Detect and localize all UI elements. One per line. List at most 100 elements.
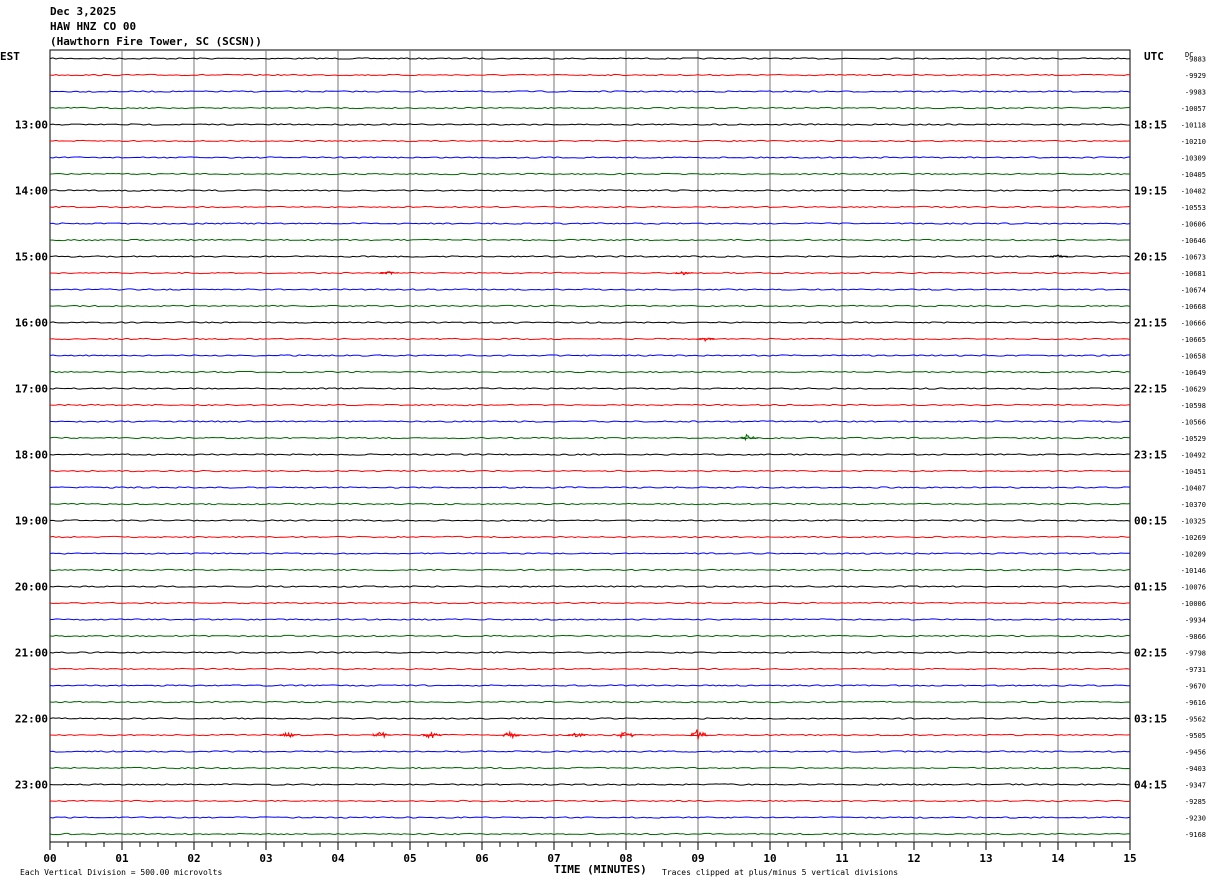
right-hour-label: 02:15 bbox=[1134, 647, 1167, 660]
dc-offset-label: -9798 bbox=[1185, 650, 1206, 658]
trace-line bbox=[49, 288, 1131, 291]
x-tick-label: 11 bbox=[835, 852, 849, 865]
right-hour-label: 21:15 bbox=[1134, 317, 1167, 330]
dc-offset-label: -10269 bbox=[1181, 534, 1206, 542]
left-hour-label: 15:00 bbox=[15, 251, 48, 264]
dc-offset-label: -10606 bbox=[1181, 221, 1206, 229]
trace-line bbox=[49, 370, 1131, 374]
dc-offset-label: -10309 bbox=[1181, 155, 1206, 163]
trace-line bbox=[49, 783, 1130, 786]
trace-line bbox=[49, 717, 1131, 720]
trace-line bbox=[49, 733, 1131, 737]
dc-offset-label: -9866 bbox=[1185, 633, 1206, 641]
plot-frame bbox=[49, 49, 1131, 843]
dc-offset-label: -10209 bbox=[1181, 551, 1206, 559]
dc-offset-label: -10006 bbox=[1181, 600, 1206, 608]
trace-line bbox=[49, 634, 1131, 638]
seismic-event bbox=[689, 729, 709, 740]
dc-offset-label: -10598 bbox=[1181, 402, 1206, 410]
trace-line bbox=[49, 321, 1131, 324]
dc-offset-label: -10649 bbox=[1181, 369, 1206, 377]
trace-line bbox=[49, 106, 1131, 110]
dc-offset-label: -9456 bbox=[1185, 749, 1206, 757]
right-hour-label: 20:15 bbox=[1134, 251, 1167, 264]
dc-offset-label: -10529 bbox=[1181, 435, 1206, 443]
dc-offset-label: -10370 bbox=[1181, 501, 1206, 509]
dc-offset-label: -9347 bbox=[1185, 782, 1206, 790]
dc-offset-label: -10451 bbox=[1181, 468, 1206, 476]
trace-line bbox=[49, 90, 1131, 93]
right-hour-label: 01:15 bbox=[1134, 581, 1167, 594]
dc-offset-label: -10210 bbox=[1181, 138, 1206, 146]
trace-line bbox=[49, 552, 1131, 555]
trace-line bbox=[49, 585, 1131, 588]
trace-line bbox=[49, 750, 1131, 753]
footer-clip: Traces clipped at plus/minus 5 vertical … bbox=[662, 868, 898, 877]
left-hour-label: 22:00 bbox=[15, 713, 48, 726]
dc-offset-label: -10665 bbox=[1181, 336, 1206, 344]
trace-line bbox=[49, 304, 1131, 308]
dc-offset-label: -9929 bbox=[1185, 72, 1206, 80]
left-hour-labels: 13:00 14:00 15:00 16:00 17:00 18:00 19:00 20:00… bbox=[15, 119, 48, 792]
left-timezone-label: EST bbox=[0, 50, 20, 63]
trace-line bbox=[49, 568, 1131, 572]
right-hour-label: 22:15 bbox=[1134, 383, 1167, 396]
trace-line bbox=[49, 667, 1131, 671]
dc-offset-label: -10492 bbox=[1181, 452, 1206, 460]
x-tick-label: 02 bbox=[187, 852, 200, 865]
trace-line bbox=[49, 238, 1130, 242]
trace-line bbox=[49, 766, 1131, 770]
left-hour-label: 17:00 bbox=[15, 383, 48, 396]
dc-offset-labels: -9883 -9929 -9983 -10057 -10118 -10210 -10309 -… bbox=[1181, 56, 1206, 840]
trace-line bbox=[49, 271, 1131, 275]
x-tick-label: 13 bbox=[979, 852, 992, 865]
dc-offset-label: -9983 bbox=[1185, 89, 1206, 97]
trace-line bbox=[49, 354, 1130, 357]
trace-line bbox=[50, 420, 1131, 423]
dc-offset-label: -9505 bbox=[1185, 732, 1206, 740]
dc-offset-label: -9285 bbox=[1185, 798, 1206, 806]
dc-offset-label: -10646 bbox=[1181, 237, 1206, 245]
right-timezone-label: UTC bbox=[1144, 50, 1164, 63]
trace-line bbox=[49, 832, 1131, 836]
dc-offset-label: -10482 bbox=[1181, 188, 1206, 196]
dc-offset-label: -10553 bbox=[1181, 204, 1206, 212]
x-tick-label: 03 bbox=[259, 852, 272, 865]
x-tick-label: 12 bbox=[907, 852, 920, 865]
dc-offset-label: -10668 bbox=[1181, 303, 1206, 311]
trace-line bbox=[49, 700, 1131, 704]
dc-offset-label: -9616 bbox=[1185, 699, 1206, 707]
trace-line bbox=[49, 156, 1131, 159]
dc-offset-label: -10681 bbox=[1181, 270, 1206, 278]
x-tick-label: 01 bbox=[115, 852, 129, 865]
trace-line bbox=[49, 172, 1130, 176]
dc-offset-label: -10673 bbox=[1181, 254, 1206, 262]
dc-offset-label: -9670 bbox=[1185, 683, 1206, 691]
trace-line bbox=[49, 816, 1131, 819]
x-axis: 00 01 02 03 04 05 06 07 08 09 10 11 12 13 14 15 bbox=[43, 842, 1137, 865]
trace-line bbox=[50, 139, 1131, 143]
trace-line bbox=[49, 337, 1131, 341]
trace-line bbox=[49, 799, 1131, 803]
header-station: HAW HNZ CO 00 bbox=[50, 20, 136, 33]
dc-offset-label: -9403 bbox=[1185, 765, 1206, 773]
x-tick-label: 10 bbox=[763, 852, 776, 865]
trace-line bbox=[49, 651, 1131, 654]
trace-line bbox=[49, 73, 1131, 77]
x-tick-label: 04 bbox=[331, 852, 345, 865]
x-tick-label: 06 bbox=[475, 852, 489, 865]
left-hour-label: 19:00 bbox=[15, 515, 48, 528]
trace-line bbox=[49, 123, 1131, 126]
trace-line bbox=[49, 684, 1131, 687]
dc-offset-label: -10666 bbox=[1181, 320, 1206, 328]
left-hour-label: 14:00 bbox=[15, 185, 48, 198]
trace-line bbox=[50, 502, 1131, 506]
header-site: (Hawthorn Fire Tower, SC (SCSN)) bbox=[50, 35, 262, 48]
trace-line bbox=[49, 519, 1131, 522]
trace-line bbox=[49, 469, 1131, 473]
dc-offset-label: -10057 bbox=[1181, 105, 1206, 113]
right-hour-labels: 18:15 19:15 20:15 21:15 22:15 23:15 00:15 01:15… bbox=[1134, 119, 1167, 792]
x-tick-label: 14 bbox=[1051, 852, 1065, 865]
trace-line bbox=[49, 255, 1131, 258]
trace-line bbox=[49, 189, 1131, 192]
